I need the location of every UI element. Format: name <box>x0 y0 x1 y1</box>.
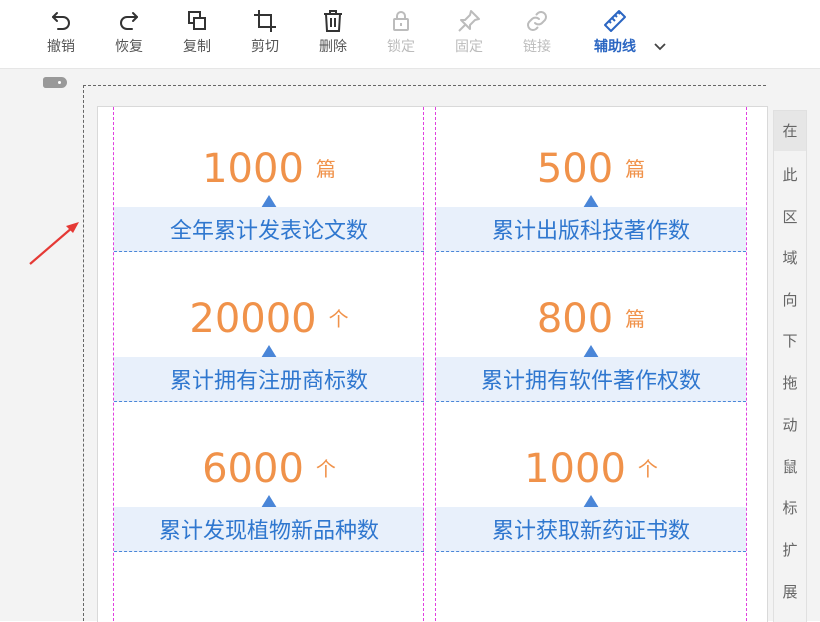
stat-value: 6000 个 <box>114 446 424 492</box>
guide-lines-button[interactable]: 辅助线 <box>588 8 642 64</box>
link-button[interactable]: 链接 <box>510 8 564 64</box>
crop-icon <box>252 8 278 34</box>
stat-number: 1000 <box>202 146 304 192</box>
link-icon <box>524 8 550 34</box>
hint-char: 向 <box>782 291 798 309</box>
cut-label: 剪切 <box>251 39 279 55</box>
ruler-icon <box>602 8 628 34</box>
guide-line[interactable] <box>423 107 424 621</box>
stat-label: 累计发现植物新品种数 <box>114 507 424 552</box>
stat-value: 1000 个 <box>436 446 746 492</box>
stat-card[interactable]: 1000 篇 全年累计发表论文数 <box>114 108 424 253</box>
copy-label: 复制 <box>183 39 211 55</box>
red-arrow-annotation <box>29 222 79 265</box>
horizontal-guide-line[interactable] <box>83 85 766 86</box>
stat-unit: 个 <box>315 457 336 481</box>
undo-label: 撤销 <box>47 39 75 55</box>
vertical-guide-line[interactable] <box>83 85 84 621</box>
stat-unit: 个 <box>328 307 349 331</box>
copy-icon <box>184 8 210 34</box>
hint-char: 标 <box>782 499 798 517</box>
stat-number: 500 <box>536 146 614 192</box>
delete-button[interactable]: 删除 <box>306 8 360 64</box>
hint-char: 在 <box>774 111 806 151</box>
cut-button[interactable]: 剪切 <box>238 8 292 64</box>
undo-button[interactable]: 撤销 <box>34 8 88 64</box>
undo-icon <box>48 8 74 34</box>
link-label: 链接 <box>523 39 551 55</box>
stat-number: 800 <box>536 296 614 342</box>
stat-card[interactable]: 500 篇 累计出版科技著作数 <box>436 108 746 253</box>
stat-value: 1000 篇 <box>114 146 424 192</box>
chevron-down-icon[interactable] <box>652 38 668 54</box>
stat-label: 累计拥有注册商标数 <box>114 357 424 402</box>
hint-char: 下 <box>782 332 798 350</box>
hint-char: 此 <box>782 166 798 184</box>
stat-label: 全年累计发表论文数 <box>114 207 424 252</box>
stat-unit: 篇 <box>625 157 646 181</box>
hint-char: 动 <box>782 416 798 434</box>
lock-icon <box>388 8 414 34</box>
guide-line[interactable] <box>746 107 747 621</box>
stat-card[interactable]: 6000 个 累计发现植物新品种数 <box>114 408 424 553</box>
toolbar: 撤销 恢复 复制 剪切 删除 锁定 固定 链接 辅助线 <box>0 0 820 69</box>
hint-char: 展 <box>782 583 798 601</box>
redo-label: 恢复 <box>115 39 143 55</box>
lock-label: 锁定 <box>387 39 415 55</box>
redo-button[interactable]: 恢复 <box>102 8 156 64</box>
guide-lines-label: 辅助线 <box>594 39 636 55</box>
lock-button[interactable]: 锁定 <box>374 8 428 64</box>
guide-line[interactable] <box>113 107 114 621</box>
stat-number: 6000 <box>202 446 304 492</box>
copy-button[interactable]: 复制 <box>170 8 224 64</box>
stat-number: 20000 <box>189 296 317 342</box>
pin-button[interactable]: 固定 <box>442 8 496 64</box>
stat-unit: 个 <box>637 457 658 481</box>
stat-unit: 篇 <box>315 157 336 181</box>
hint-char: 扩 <box>782 541 798 559</box>
stat-label: 累计获取新药证书数 <box>436 507 746 552</box>
pin-label: 固定 <box>455 39 483 55</box>
stat-value: 500 篇 <box>436 146 746 192</box>
delete-label: 删除 <box>319 39 347 55</box>
stat-value: 800 篇 <box>436 296 746 342</box>
hint-char: 区 <box>782 208 798 226</box>
guide-line[interactable] <box>435 107 436 621</box>
stat-card[interactable]: 1000 个 累计获取新药证书数 <box>436 408 746 553</box>
hint-char: 拖 <box>782 374 798 392</box>
guide-handle[interactable] <box>43 77 67 88</box>
stat-unit: 篇 <box>625 307 646 331</box>
stat-card[interactable]: 20000 个 累计拥有注册商标数 <box>114 258 424 403</box>
stat-label: 累计拥有软件著作权数 <box>436 357 746 402</box>
trash-icon <box>320 8 346 34</box>
stat-label: 累计出版科技著作数 <box>436 207 746 252</box>
redo-icon <box>116 8 142 34</box>
stat-value: 20000 个 <box>114 296 424 342</box>
pin-icon <box>456 8 482 34</box>
hint-char: 鼠 <box>782 458 798 476</box>
drag-to-extend-hint[interactable]: 在 此 区 域 向 下 拖 动 鼠 标 扩 展 <box>773 110 807 622</box>
hint-char: 域 <box>782 249 798 267</box>
stat-card[interactable]: 800 篇 累计拥有软件著作权数 <box>436 258 746 403</box>
stat-number: 1000 <box>524 446 626 492</box>
